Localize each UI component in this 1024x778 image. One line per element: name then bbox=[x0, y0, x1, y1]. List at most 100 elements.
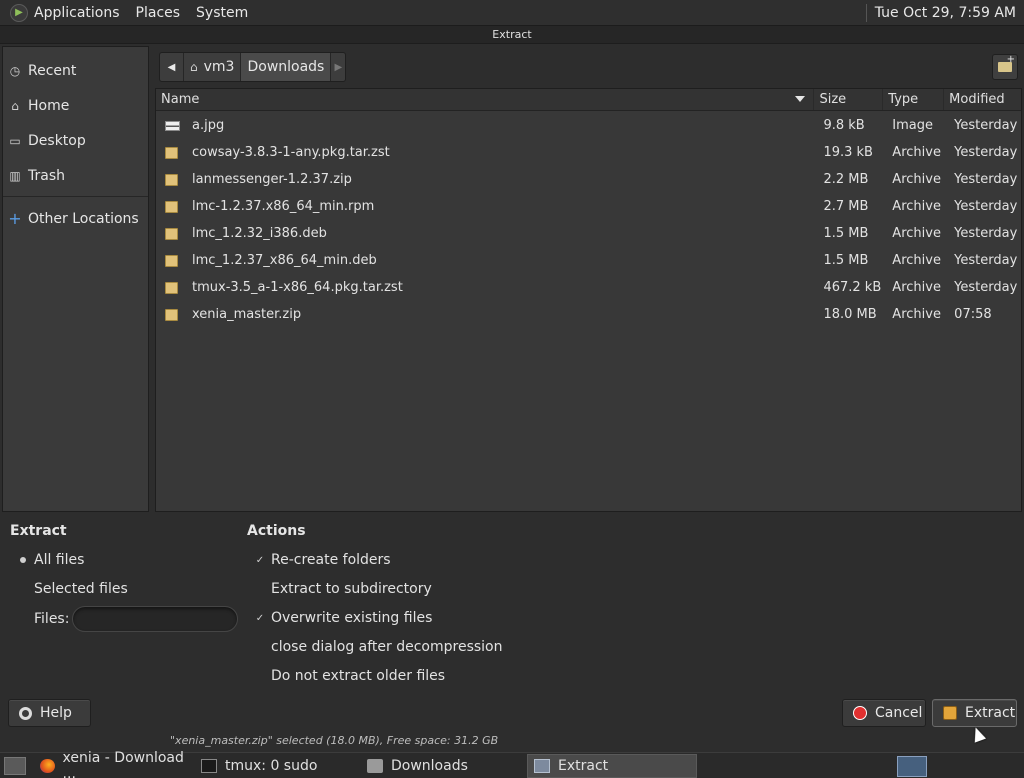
home-icon: ⌂ bbox=[11, 98, 19, 113]
menu-system[interactable]: System bbox=[188, 0, 256, 26]
sidebar-item-recent[interactable]: ◷ Recent bbox=[3, 53, 148, 88]
file-name: cowsay-3.8.3-1-any.pkg.tar.zst bbox=[192, 145, 390, 160]
sort-descending-icon bbox=[795, 96, 806, 102]
file-size: 2.7 MB bbox=[823, 199, 869, 214]
checkbox-do-not-extract-older[interactable]: Do not extract older files bbox=[255, 668, 445, 684]
checkbox-label: Overwrite existing files bbox=[271, 610, 433, 626]
task-firefox[interactable]: xenia - Download ... bbox=[34, 750, 189, 778]
sidebar-divider bbox=[3, 196, 148, 197]
file-name-cell: xenia_master.zip bbox=[156, 307, 814, 322]
sidebar-item-trash[interactable]: ▥ Trash bbox=[3, 158, 148, 193]
show-desktop-icon[interactable] bbox=[4, 756, 26, 775]
file-modified: Yesterday bbox=[954, 226, 1018, 241]
file-name: lanmessenger-1.2.37.zip bbox=[192, 172, 352, 187]
plus-icon: + bbox=[8, 209, 22, 228]
button-label: Help bbox=[40, 705, 72, 721]
path-back-arrow-icon[interactable]: ◀ bbox=[160, 53, 184, 81]
menu-places[interactable]: Places bbox=[128, 0, 189, 26]
file-row[interactable]: tmux-3.5_a-1-x86_64.pkg.tar.zst 467.2 kB A… bbox=[156, 274, 1021, 301]
radio-selected-files[interactable]: Selected files bbox=[18, 581, 128, 597]
file-row[interactable]: lmc_1.2.32_i386.deb 1.5 MB Archive Yesterda… bbox=[156, 220, 1021, 247]
file-list-header: Name Size Type Modified bbox=[156, 89, 1021, 111]
radio-label: All files bbox=[34, 552, 85, 568]
help-icon bbox=[19, 706, 32, 720]
menu-applications[interactable]: Applications bbox=[34, 0, 128, 26]
file-row[interactable]: lanmessenger-1.2.37.zip 2.2 MB Archive Yest… bbox=[156, 166, 1021, 193]
extract-button[interactable]: Extract bbox=[932, 699, 1017, 727]
checkbox-label: close dialog after decompression bbox=[271, 639, 503, 655]
help-button[interactable]: Help bbox=[8, 699, 91, 727]
top-panel: ▶ Applications Places System Tue Oct 29,… bbox=[0, 0, 1024, 26]
file-size: 1.5 MB bbox=[823, 253, 869, 268]
file-list: Name Size Type Modified a.jpg 9.8 kB Image… bbox=[155, 88, 1022, 512]
file-row[interactable]: xenia_master.zip 18.0 MB Archive 07:58 bbox=[156, 301, 1021, 328]
column-header-size[interactable]: Size bbox=[814, 89, 884, 110]
column-label: Name bbox=[161, 92, 200, 107]
file-modified: Yesterday bbox=[954, 172, 1018, 187]
clock[interactable]: Tue Oct 29, 7:59 AM bbox=[875, 5, 1024, 21]
checkbox-checked-icon: ✓ bbox=[255, 612, 265, 624]
sidebar-item-home[interactable]: ⌂ Home bbox=[3, 88, 148, 123]
file-row[interactable]: cowsay-3.8.3-1-any.pkg.tar.zst 19.3 kB Arc… bbox=[156, 139, 1021, 166]
sidebar-item-desktop[interactable]: ▭ Desktop bbox=[3, 123, 148, 158]
file-name-cell: lanmessenger-1.2.37.zip bbox=[156, 172, 814, 187]
checkbox-close-dialog[interactable]: close dialog after decompression bbox=[255, 639, 503, 655]
column-header-name[interactable]: Name bbox=[156, 89, 815, 110]
file-modified: Yesterday bbox=[954, 145, 1018, 160]
task-tmux[interactable]: tmux: 0 sudo bbox=[195, 754, 355, 778]
file-row[interactable]: a.jpg 9.8 kB Image Yesterday bbox=[156, 112, 1021, 139]
files-pattern-input[interactable] bbox=[72, 606, 238, 632]
distro-logo-icon[interactable]: ▶ bbox=[10, 3, 28, 22]
task-label: tmux: 0 sudo bbox=[225, 757, 318, 774]
file-modified: Yesterday bbox=[954, 118, 1018, 133]
task-extract[interactable]: Extract bbox=[527, 753, 697, 778]
task-label: Downloads bbox=[391, 757, 468, 774]
sidebar-item-other-locations[interactable]: + Other Locations bbox=[3, 201, 148, 236]
path-crumb-downloads[interactable]: Downloads bbox=[240, 53, 332, 81]
task-downloads[interactable]: Downloads bbox=[361, 754, 521, 778]
radio-unchecked-icon bbox=[18, 614, 28, 624]
checkbox-extract-to-subdirectory[interactable]: Extract to subdirectory bbox=[255, 581, 432, 597]
column-header-type[interactable]: Type bbox=[883, 89, 945, 110]
checkbox-label: Extract to subdirectory bbox=[271, 581, 432, 597]
checkbox-overwrite-existing[interactable]: ✓ Overwrite existing files bbox=[255, 610, 433, 626]
cancel-button[interactable]: Cancel bbox=[842, 699, 926, 727]
extract-section-title: Extract bbox=[10, 523, 67, 539]
column-header-modified[interactable]: Modified bbox=[944, 89, 1021, 110]
terminal-icon bbox=[201, 758, 217, 773]
archive-file-icon bbox=[165, 254, 178, 267]
radio-all-files[interactable]: All files bbox=[18, 552, 84, 568]
checkbox-label: Do not extract older files bbox=[271, 668, 446, 684]
new-folder-button[interactable] bbox=[992, 54, 1018, 80]
path-bar: ◀ ⌂ vm3 Downloads ▶ bbox=[159, 52, 347, 82]
file-name: lmc_1.2.37_x86_64_min.deb bbox=[192, 253, 377, 268]
file-type: Archive bbox=[892, 307, 941, 322]
path-crumb-vm3[interactable]: ⌂ vm3 bbox=[184, 53, 240, 81]
clock-icon: ◷ bbox=[9, 63, 21, 78]
workspace-switcher-icon[interactable] bbox=[897, 756, 927, 777]
window-title[interactable]: Extract bbox=[0, 26, 1024, 44]
sidebar-item-label: Desktop bbox=[28, 132, 86, 149]
file-size: 9.8 kB bbox=[823, 118, 865, 133]
file-type: Archive bbox=[892, 145, 941, 160]
sidebar-item-label: Trash bbox=[28, 167, 65, 184]
file-row[interactable]: lmc_1.2.37_x86_64_min.deb 1.5 MB Archive Ye… bbox=[156, 247, 1021, 274]
file-name: xenia_master.zip bbox=[192, 307, 302, 322]
checkbox-recreate-folders[interactable]: ✓ Re-create folders bbox=[255, 552, 391, 568]
archive-file-icon bbox=[165, 146, 178, 159]
file-type: Archive bbox=[892, 199, 941, 214]
file-modified: Yesterday bbox=[954, 199, 1018, 214]
desktop-icon: ▭ bbox=[9, 133, 21, 148]
radio-files[interactable]: Files: bbox=[18, 611, 69, 627]
taskbar: xenia - Download ... tmux: 0 sudo Downlo… bbox=[0, 750, 1024, 778]
file-row[interactable]: lmc-1.2.37.x86_64_min.rpm 2.7 MB Archive Ye… bbox=[156, 193, 1021, 220]
archive-file-icon bbox=[165, 227, 178, 240]
task-label: Extract bbox=[558, 757, 609, 774]
button-label: Cancel bbox=[875, 705, 923, 721]
file-type: Image bbox=[892, 118, 934, 133]
file-name-cell: lmc-1.2.37.x86_64_min.rpm bbox=[156, 199, 814, 214]
archive-manager-icon bbox=[534, 758, 550, 773]
path-forward-arrow-icon[interactable]: ▶ bbox=[331, 53, 345, 81]
archive-file-icon bbox=[165, 200, 178, 213]
checkbox-unchecked-icon bbox=[255, 642, 265, 652]
